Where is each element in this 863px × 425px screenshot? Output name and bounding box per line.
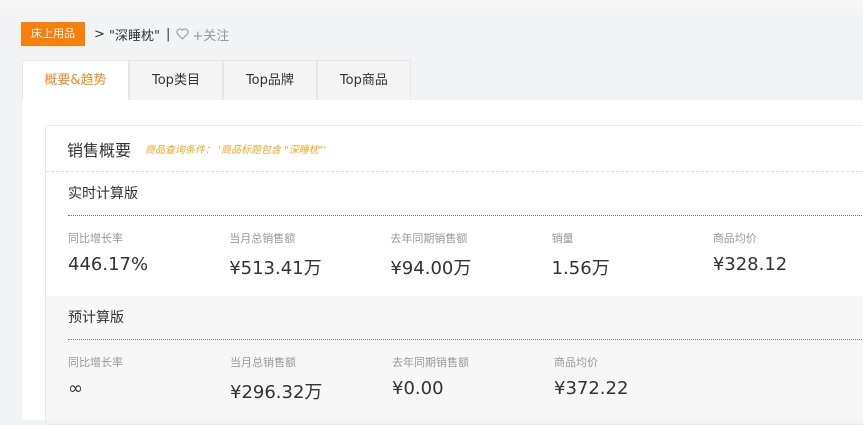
keyword: "深睡枕" bbox=[109, 28, 161, 44]
follow-button[interactable]: +关注 bbox=[176, 25, 229, 44]
metric-value: ¥0.00 bbox=[392, 378, 444, 399]
metric-value: 446.17% bbox=[68, 254, 149, 275]
metric-label: 商品均价 bbox=[712, 232, 757, 245]
metric-label: 去年同期销售额 bbox=[390, 232, 468, 245]
metric: 去年同期销售额 ¥94.00万 bbox=[390, 230, 551, 296]
top-bar bbox=[0, 0, 863, 9]
precomputed-section: 预计算版 同比增长率 ∞ 当月总销售额 ¥296.32万 去年同期销售额 ¥0.00 … bbox=[46, 296, 863, 420]
tab-bar: 概要&趋势 Top类目 Top品牌 Top商品 bbox=[22, 60, 411, 100]
metric-value: ¥372.22 bbox=[554, 378, 629, 399]
section-title: 预计算版 bbox=[68, 296, 863, 340]
metric: 去年同期销售额 ¥0.00 bbox=[392, 354, 554, 420]
metric-label: 销量 bbox=[551, 232, 574, 245]
card-header: 销售概要 商品查询条件： '商品标题包含 "深睡枕"' bbox=[46, 126, 863, 172]
tab-top-product[interactable]: Top商品 bbox=[316, 60, 411, 100]
metric-value: ¥328.12 bbox=[712, 254, 788, 275]
metric-value: ¥513.41万 bbox=[229, 258, 322, 279]
metric: 当月总销售额 ¥296.32万 bbox=[230, 354, 392, 420]
realtime-section: 实时计算版 同比增长率 446.17% 当月总销售额 ¥513.41万 去年同期销售… bbox=[46, 172, 863, 296]
tab-top-category[interactable]: Top类目 bbox=[129, 60, 223, 100]
metric: 同比增长率 446.17% bbox=[68, 230, 229, 296]
metric-value: ∞ bbox=[68, 378, 83, 399]
metric-label: 同比增长率 bbox=[68, 356, 123, 369]
sales-overview-card: 销售概要 商品查询条件： '商品标题包含 "深睡枕"' 实时计算版 同比增长率 4… bbox=[45, 125, 863, 425]
follow-label: +关注 bbox=[192, 28, 230, 44]
card-title: 销售概要 bbox=[67, 140, 132, 160]
metric-value: 1.56万 bbox=[551, 258, 610, 279]
metric: 同比增长率 ∞ bbox=[68, 354, 230, 420]
category-badge[interactable]: 床上用品 bbox=[21, 22, 85, 46]
metric-label: 去年同期销售额 bbox=[392, 356, 469, 369]
metric-value: ¥296.32万 bbox=[230, 382, 323, 403]
metric: 当月总销售额 ¥513.41万 bbox=[229, 230, 390, 296]
metric-label: 当月总销售额 bbox=[230, 356, 296, 369]
breadcrumb-arrow: > bbox=[94, 26, 105, 42]
metric-label: 当月总销售额 bbox=[229, 232, 296, 245]
section-title: 实时计算版 bbox=[68, 172, 863, 216]
metric-value: ¥94.00万 bbox=[390, 258, 472, 279]
metric: 销量 1.56万 bbox=[552, 230, 713, 296]
breadcrumb: 床上用品 > "深睡枕" | +关注 bbox=[21, 22, 229, 46]
content-panel: 销售概要 商品查询条件： '商品标题包含 "深睡枕"' 实时计算版 同比增长率 4… bbox=[22, 100, 863, 425]
divider: | bbox=[166, 26, 171, 42]
query-condition: 商品查询条件： '商品标题包含 "深睡枕"' bbox=[145, 145, 327, 156]
metric-label: 同比增长率 bbox=[68, 232, 123, 245]
metric: 商品均价 ¥328.12 bbox=[713, 230, 863, 296]
heart-icon bbox=[176, 28, 189, 40]
metric-label: 商品均价 bbox=[554, 356, 598, 369]
tab-top-brand[interactable]: Top品牌 bbox=[222, 60, 317, 100]
metric: 商品均价 ¥372.22 bbox=[554, 354, 716, 420]
tab-overview[interactable]: 概要&趋势 bbox=[22, 60, 129, 100]
